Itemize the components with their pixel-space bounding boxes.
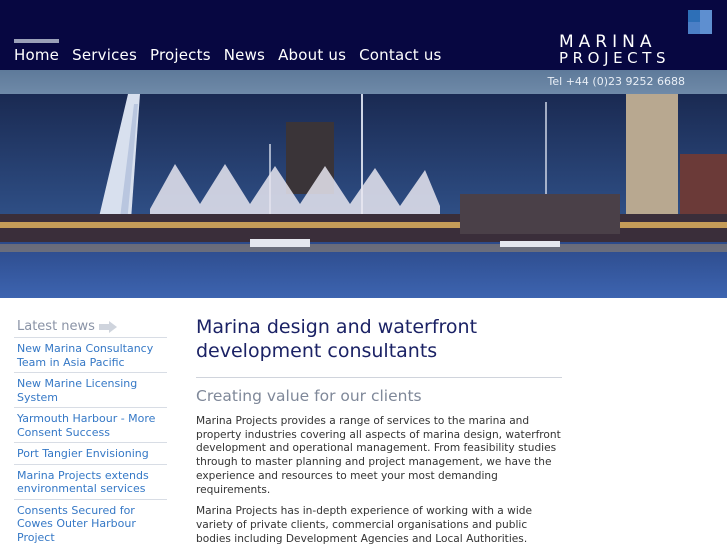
phone-number: Tel +44 (0)23 9252 6688 (547, 75, 685, 88)
latest-news-sidebar: Latest news New Marina Consultancy Team … (14, 316, 167, 545)
nav-home[interactable]: Home (14, 39, 60, 64)
experience-paragraph: Marina Projects has in-depth experience … (196, 505, 533, 545)
page-subheading: Creating value for our clients (196, 387, 422, 405)
site-logo[interactable]: MARINA PROJECTS (558, 8, 718, 68)
site-header: Home Services Projects News About us Con… (0, 0, 727, 70)
intro-paragraph: Marina Projects provides a range of serv… (196, 415, 561, 496)
nav-contact-us[interactable]: Contact us (359, 46, 441, 64)
latest-news-title: Latest news (17, 319, 95, 334)
news-item-marine-licensing[interactable]: New Marine Licensing System (14, 373, 167, 408)
nav-services[interactable]: Services (72, 46, 137, 64)
news-item-environmental-services[interactable]: Marina Projects extends environmental se… (14, 465, 167, 500)
main-content: Marina design and waterfront development… (196, 315, 562, 545)
nav-projects[interactable]: Projects (150, 46, 211, 64)
logo-text-line2: PROJECTS (559, 49, 671, 67)
page-headline: Marina design and waterfront development… (196, 315, 562, 378)
logo-mark-icon (688, 10, 712, 34)
news-item-yarmouth-harbour[interactable]: Yarmouth Harbour - More Consent Success (14, 408, 167, 443)
news-item-cowes-outer-harbour[interactable]: Consents Secured for Cowes Outer Harbour… (14, 500, 167, 545)
news-item-port-tangier[interactable]: Port Tangier Envisioning (14, 443, 167, 465)
latest-news-heading: Latest news (14, 316, 167, 338)
hero-image (0, 94, 727, 298)
main-nav: Home Services Projects News About us Con… (14, 39, 442, 64)
news-item-asia-pacific[interactable]: New Marina Consultancy Team in Asia Paci… (14, 338, 167, 373)
nav-news[interactable]: News (224, 46, 265, 64)
arrow-right-icon (98, 320, 117, 333)
nav-about-us[interactable]: About us (278, 46, 346, 64)
